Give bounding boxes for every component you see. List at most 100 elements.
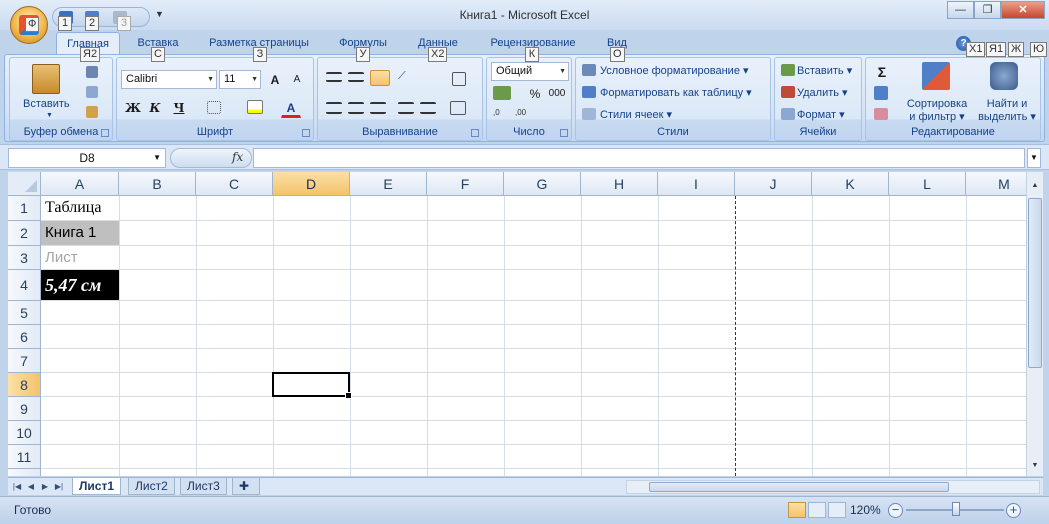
fill-icon[interactable]: [874, 86, 888, 100]
first-sheet-icon[interactable]: |◀: [11, 480, 23, 493]
formula-bar-expand-icon[interactable]: ▼: [1027, 148, 1041, 168]
zoom-level[interactable]: 120%: [850, 503, 881, 517]
sheet-tab-1[interactable]: Лист1: [72, 478, 122, 495]
paste-dropdown-icon[interactable]: ▼: [46, 112, 53, 119]
cell-a2[interactable]: Книга 1: [41, 221, 119, 245]
decrease-indent-icon[interactable]: [398, 102, 414, 114]
row-header-1[interactable]: 1: [8, 196, 41, 221]
scroll-down-icon[interactable]: ▼: [1029, 462, 1041, 472]
column-header-i[interactable]: I: [658, 172, 735, 196]
paste-icon[interactable]: [32, 64, 60, 94]
column-header-g[interactable]: G: [504, 172, 581, 196]
column-header-d[interactable]: D: [273, 172, 350, 196]
thousands-button[interactable]: 000: [545, 84, 569, 104]
cell-a4[interactable]: 5,47 см: [41, 270, 119, 300]
bold-button[interactable]: Ж: [123, 98, 143, 118]
sheet-tab-2[interactable]: Лист2: [128, 478, 175, 495]
page-layout-view-icon[interactable]: [808, 502, 826, 518]
vertical-scrollbar[interactable]: ▲ ▼: [1026, 172, 1043, 476]
scroll-up-icon[interactable]: ▲: [1029, 182, 1041, 192]
currency-icon[interactable]: [493, 86, 511, 100]
format-painter-icon[interactable]: [86, 106, 98, 118]
row-header-8[interactable]: 8: [8, 373, 41, 397]
format-cells-button[interactable]: Формат ▾: [797, 108, 845, 121]
copy-icon[interactable]: [86, 86, 98, 98]
minimize-button[interactable]: —: [947, 1, 974, 19]
clear-icon[interactable]: [874, 108, 888, 120]
zoom-slider-thumb[interactable]: [952, 502, 960, 516]
cell-a3[interactable]: Лист: [41, 246, 119, 269]
close-button[interactable]: ✕: [1001, 1, 1045, 19]
row-header-3[interactable]: 3: [8, 246, 41, 270]
row-header-4[interactable]: 4: [8, 270, 41, 301]
font-color-button[interactable]: A: [281, 98, 301, 118]
format-as-table-button[interactable]: Форматировать как таблицу ▾: [600, 86, 752, 99]
office-button[interactable]: Ф: [10, 6, 48, 44]
insert-sheet-icon[interactable]: ✚: [232, 478, 260, 495]
zoom-out-icon[interactable]: −: [888, 503, 903, 518]
column-header-k[interactable]: K: [812, 172, 889, 196]
name-box[interactable]: D8 ▼: [8, 148, 166, 168]
align-middle-icon[interactable]: [348, 72, 364, 82]
column-header-e[interactable]: E: [350, 172, 427, 196]
active-cell-d8[interactable]: [272, 372, 352, 399]
row-header-9[interactable]: 9: [8, 397, 41, 421]
underline-button[interactable]: Ч: [167, 98, 191, 118]
increase-decimal-icon[interactable]: ,0: [493, 108, 511, 122]
sheet-tab-3[interactable]: Лист3: [180, 478, 227, 495]
insert-function-icon[interactable]: fx: [232, 150, 243, 164]
column-header-a[interactable]: A: [41, 172, 119, 196]
align-left-icon[interactable]: [326, 102, 342, 114]
font-name-combo[interactable]: Calibri ▼: [121, 70, 217, 89]
align-bottom-icon[interactable]: [370, 70, 390, 86]
horizontal-scrollbar[interactable]: [626, 480, 1040, 494]
increase-indent-icon[interactable]: [420, 102, 436, 114]
paste-button[interactable]: Вставить: [23, 98, 70, 110]
select-all-button[interactable]: [8, 172, 41, 196]
decrease-decimal-icon[interactable]: ,00: [515, 108, 533, 122]
font-size-combo[interactable]: 11 ▼: [219, 70, 261, 89]
delete-cells-button[interactable]: Удалить ▾: [797, 86, 848, 99]
align-top-icon[interactable]: [326, 72, 342, 82]
wrap-text-icon[interactable]: [452, 72, 466, 86]
shrink-font-button[interactable]: A: [287, 70, 307, 90]
borders-icon[interactable]: [207, 101, 221, 114]
next-sheet-icon[interactable]: ▶: [39, 480, 51, 493]
percent-button[interactable]: %: [527, 84, 543, 104]
italic-button[interactable]: К: [145, 98, 165, 118]
column-header-l[interactable]: L: [889, 172, 966, 196]
row-header-6[interactable]: 6: [8, 325, 41, 349]
alignment-launcher-icon[interactable]: [471, 129, 479, 137]
font-launcher-icon[interactable]: [302, 129, 310, 137]
row-header-11[interactable]: 11: [8, 445, 41, 469]
row-header-10[interactable]: 10: [8, 421, 41, 445]
number-format-combo[interactable]: Общий ▼: [491, 62, 569, 81]
column-header-b[interactable]: B: [119, 172, 196, 196]
column-header-m[interactable]: M: [966, 172, 1026, 196]
fill-color-icon[interactable]: [247, 100, 263, 114]
row-header-12[interactable]: [8, 469, 41, 476]
merge-center-icon[interactable]: [450, 101, 466, 115]
conditional-format-button[interactable]: Условное форматирование ▾: [600, 64, 749, 77]
restore-button[interactable]: ❐: [974, 1, 1001, 19]
number-launcher-icon[interactable]: [560, 129, 568, 137]
orientation-icon[interactable]: ⟋: [398, 70, 422, 86]
prev-sheet-icon[interactable]: ◀: [25, 480, 37, 493]
column-header-c[interactable]: C: [196, 172, 273, 196]
row-header-7[interactable]: 7: [8, 349, 41, 373]
align-right-icon[interactable]: [370, 102, 386, 114]
vertical-scroll-thumb[interactable]: [1028, 198, 1042, 368]
find-select-button[interactable]: Найти и выделить ▾: [976, 98, 1038, 124]
row-header-5[interactable]: 5: [8, 301, 41, 325]
formula-input[interactable]: [253, 148, 1025, 168]
normal-view-icon[interactable]: [788, 502, 806, 518]
cut-icon[interactable]: [86, 66, 98, 78]
grow-font-button[interactable]: A: [265, 70, 285, 90]
cell-styles-button[interactable]: Стили ячеек ▾: [600, 108, 672, 121]
cell-a1[interactable]: Таблица: [41, 196, 119, 220]
clipboard-launcher-icon[interactable]: [101, 129, 109, 137]
spreadsheet-grid[interactable]: A B C D E F G H I J K L M 1 2 3 4 5 6 7 …: [8, 172, 1026, 476]
column-header-h[interactable]: H: [581, 172, 658, 196]
zoom-in-icon[interactable]: +: [1006, 503, 1021, 518]
horizontal-scroll-thumb[interactable]: [649, 482, 949, 492]
